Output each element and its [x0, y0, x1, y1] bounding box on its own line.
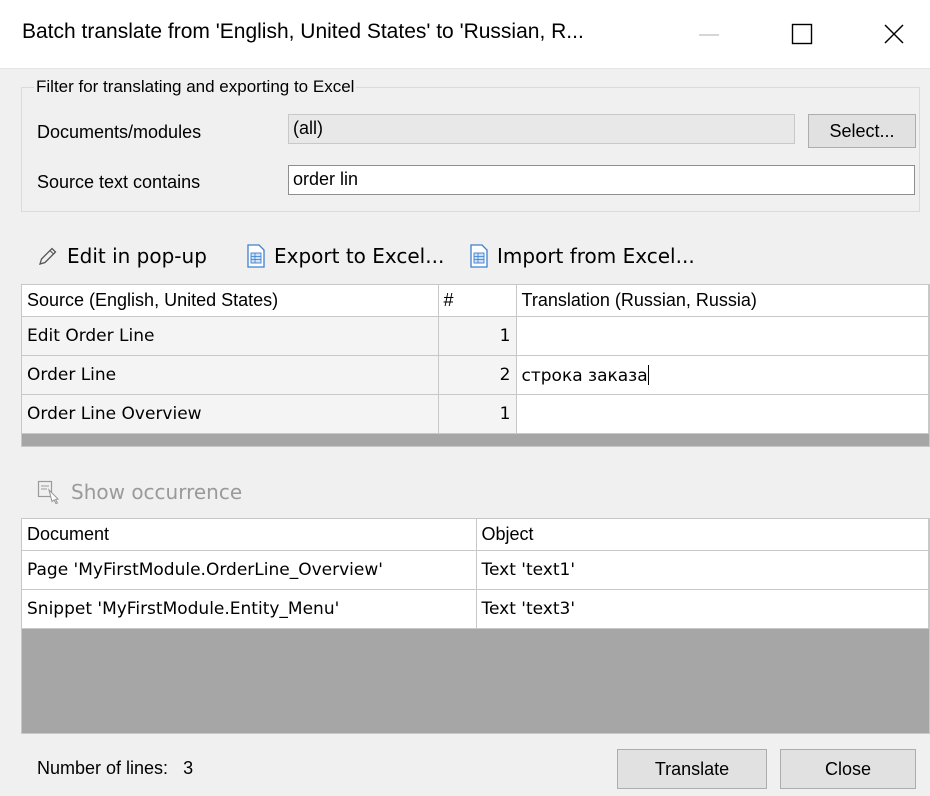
number-of-lines: Number of lines: 3 — [37, 758, 193, 779]
column-header-source[interactable]: Source (English, United States) — [22, 285, 439, 317]
translations-grid: Source (English, United States) # Transl… — [21, 284, 930, 447]
import-from-excel-button[interactable]: Import from Excel... — [469, 244, 695, 268]
maximize-icon — [791, 23, 813, 45]
pencil-icon — [39, 247, 57, 265]
source-text-input[interactable]: order lin — [288, 165, 915, 195]
import-from-excel-label: Import from Excel... — [497, 244, 695, 268]
filter-group: Filter for translating and exporting to … — [21, 77, 920, 212]
column-header-object[interactable]: Object — [476, 519, 929, 551]
translation-cell[interactable] — [516, 316, 929, 356]
excel-document-icon — [247, 244, 265, 268]
occurrences-table: Document Object Page 'MyFirstModule.Orde… — [22, 519, 929, 629]
column-header-count[interactable]: # — [438, 285, 517, 317]
translation-edit-text[interactable]: строка заказа — [522, 366, 648, 386]
close-button[interactable]: Close — [780, 749, 916, 789]
document-cell: Page 'MyFirstModule.OrderLine_Overview' — [22, 550, 477, 590]
source-text-label: Source text contains — [37, 172, 201, 192]
count-cell: 1 — [438, 394, 517, 434]
find-occurrence-icon — [37, 480, 60, 504]
source-cell: Order Line — [22, 355, 439, 395]
show-occurrence-button[interactable]: Show occurrence — [37, 480, 242, 504]
select-button[interactable]: Select... — [808, 114, 916, 148]
translation-cell[interactable] — [516, 394, 929, 434]
source-cell: Order Line Overview — [22, 394, 439, 434]
table-row[interactable]: Edit Order Line 1 — [22, 316, 929, 356]
number-of-lines-label: Number of lines: — [37, 758, 169, 778]
number-of-lines-value: 3 — [183, 758, 194, 778]
document-cell: Snippet 'MyFirstModule.Entity_Menu' — [22, 589, 477, 629]
export-to-excel-label: Export to Excel... — [274, 244, 445, 268]
count-cell: 2 — [438, 355, 517, 395]
table-row[interactable]: Order Line 2 строка заказа — [22, 355, 929, 395]
table-row[interactable]: Order Line Overview 1 — [22, 394, 929, 434]
translations-header-row: Source (English, United States) # Transl… — [22, 285, 929, 317]
export-to-excel-button[interactable]: Export to Excel... — [246, 244, 444, 268]
occurrences-header-row: Document Object — [22, 519, 929, 551]
documents-modules-field: (all) — [288, 114, 795, 144]
close-window-button[interactable] — [856, 0, 930, 68]
translations-table: Source (English, United States) # Transl… — [22, 285, 929, 434]
edit-in-popup-button[interactable]: Edit in pop-up — [37, 244, 207, 268]
documents-modules-label: Documents/modules — [37, 122, 202, 142]
excel-document-icon — [470, 244, 488, 268]
object-cell: Text 'text1' — [476, 550, 929, 590]
count-cell: 1 — [438, 316, 517, 356]
show-occurrence-label: Show occurrence — [71, 480, 243, 504]
maximize-button[interactable] — [772, 0, 846, 68]
table-row[interactable]: Snippet 'MyFirstModule.Entity_Menu' Text… — [22, 589, 929, 629]
minimize-icon — [699, 34, 719, 36]
column-header-document[interactable]: Document — [22, 519, 477, 551]
occurrences-grid: Document Object Page 'MyFirstModule.Orde… — [21, 518, 930, 734]
translate-button[interactable]: Translate — [617, 749, 767, 789]
title-bar: Batch translate from 'English, United St… — [0, 0, 930, 69]
window-title: Batch translate from 'English, United St… — [22, 20, 584, 43]
close-icon — [884, 24, 904, 44]
column-header-translation[interactable]: Translation (Russian, Russia) — [516, 285, 929, 317]
table-row[interactable]: Page 'MyFirstModule.OrderLine_Overview' … — [22, 550, 929, 590]
minimize-button[interactable] — [672, 0, 746, 68]
object-cell: Text 'text3' — [476, 589, 929, 629]
translation-cell-editing[interactable]: строка заказа — [516, 355, 929, 395]
text-cursor — [647, 364, 649, 385]
filter-legend: Filter for translating and exporting to … — [34, 77, 357, 97]
edit-in-popup-label: Edit in pop-up — [67, 244, 207, 268]
source-cell: Edit Order Line — [22, 316, 439, 356]
